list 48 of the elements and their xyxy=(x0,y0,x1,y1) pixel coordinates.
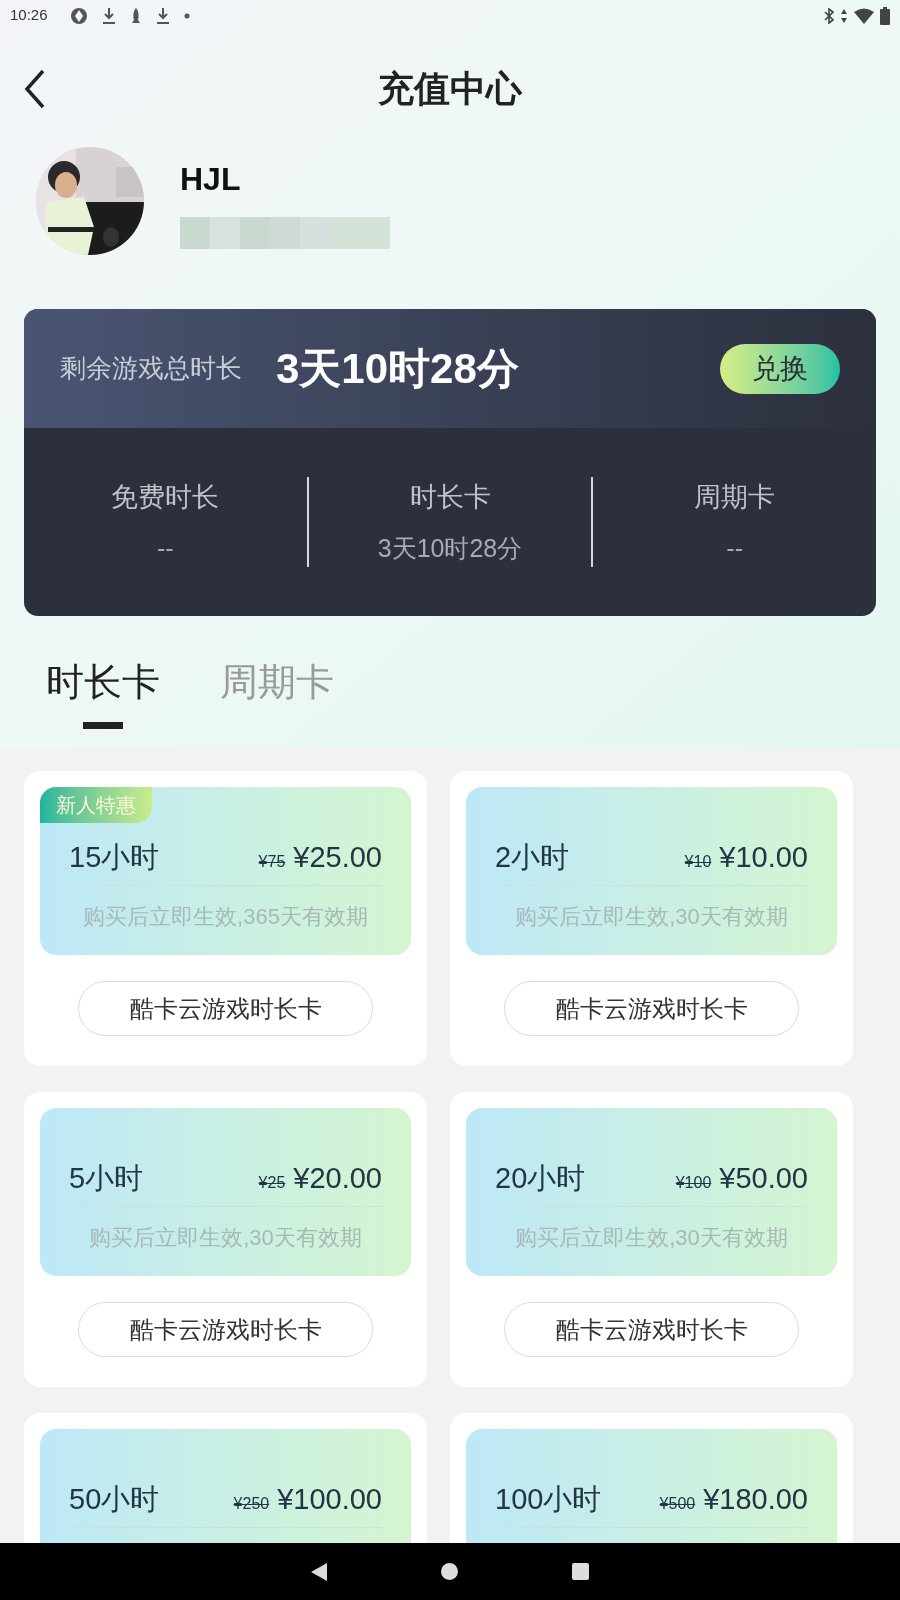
balance-label: 剩余游戏总时长 xyxy=(60,352,242,385)
stat-label: 时长卡 xyxy=(409,481,491,514)
hours-label: 20小时 xyxy=(495,1161,586,1196)
data-arrows-icon xyxy=(840,7,848,24)
stat-label: 免费时长 xyxy=(111,481,220,514)
product-card[interactable]: 50小时 ¥250 ¥100.00 xyxy=(24,1413,427,1543)
bluetooth-icon xyxy=(824,7,834,24)
price: ¥180.00 xyxy=(703,1482,808,1517)
hours-label: 5小时 xyxy=(69,1161,144,1196)
original-price: ¥500 xyxy=(659,1494,696,1514)
card-name-button[interactable]: 酷卡云游戏时长卡 xyxy=(504,1302,799,1357)
price: ¥25.00 xyxy=(293,840,382,875)
back-nav-icon[interactable] xyxy=(311,1562,327,1581)
card-name-button[interactable]: 酷卡云游戏时长卡 xyxy=(504,981,799,1036)
original-price: ¥250 xyxy=(233,1494,270,1514)
hours-label: 100小时 xyxy=(495,1482,602,1517)
rocket-icon xyxy=(129,6,142,25)
battery-icon xyxy=(880,6,890,25)
page-title: 充值中心 xyxy=(378,67,522,111)
status-time: 10:26 xyxy=(10,5,48,26)
price: ¥10.00 xyxy=(719,840,808,875)
user-name: HJL xyxy=(180,161,242,197)
price: ¥100.00 xyxy=(277,1482,382,1517)
product-card[interactable]: 100小时 ¥500 ¥180.00 xyxy=(450,1413,853,1543)
original-price: ¥25 xyxy=(258,1173,286,1193)
tab[interactable]: 时长卡 xyxy=(46,660,160,729)
redeem-button[interactable]: 兑换 xyxy=(720,343,840,394)
dot-icon xyxy=(183,12,190,19)
price: ¥20.00 xyxy=(293,1161,382,1196)
card-name-button[interactable]: 酷卡云游戏时长卡 xyxy=(78,981,373,1036)
stat-label: 周期卡 xyxy=(694,481,776,514)
original-price: ¥10 xyxy=(684,852,712,872)
original-price: ¥75 xyxy=(258,852,286,872)
download-icon xyxy=(155,6,170,25)
hours-label: 2小时 xyxy=(495,840,570,875)
stat-value: -- xyxy=(157,532,174,564)
promo-tag: 新人特惠 xyxy=(40,787,152,823)
balance-value: 3天10时28分 xyxy=(276,344,519,394)
stat-value: -- xyxy=(726,532,743,564)
hours-label: 15小时 xyxy=(69,840,160,875)
original-price: ¥100 xyxy=(675,1173,712,1193)
wifi-icon xyxy=(854,7,874,24)
stat-value: 3天10时28分 xyxy=(377,532,523,564)
hours-label: 50小时 xyxy=(69,1482,160,1517)
home-nav-icon[interactable] xyxy=(441,1563,458,1580)
card-name-button[interactable]: 酷卡云游戏时长卡 xyxy=(78,1302,373,1357)
download-icon xyxy=(101,6,116,25)
price: ¥50.00 xyxy=(719,1161,808,1196)
